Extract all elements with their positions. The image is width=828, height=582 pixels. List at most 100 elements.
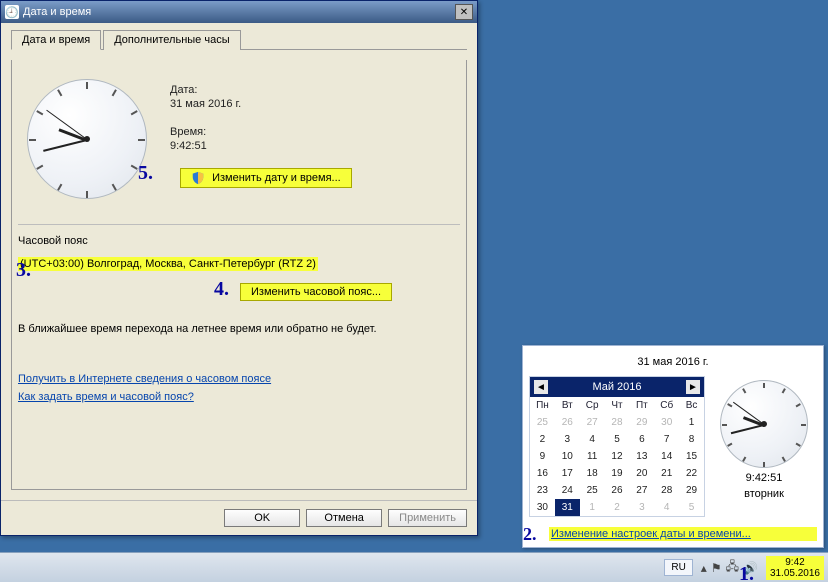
language-indicator[interactable]: RU (664, 559, 692, 576)
calendar-day[interactable]: 22 (679, 465, 704, 482)
date-value: 31 мая 2016 г. (170, 98, 352, 110)
calendar-day[interactable]: 15 (679, 448, 704, 465)
calendar-day[interactable]: 5 (605, 431, 630, 448)
analog-clock (22, 74, 152, 204)
popup-date-header: 31 мая 2016 г. (529, 352, 817, 376)
shield-icon (191, 171, 205, 185)
dialog-body: Дата и время Дополнительные часы Дата: 3… (1, 23, 477, 500)
calendar-day[interactable]: 21 (654, 465, 679, 482)
date-time-readout: Дата: 31 мая 2016 г. Время: 9:42:51 5. И… (170, 74, 352, 204)
calendar-day[interactable]: 29 (629, 414, 654, 431)
annotation-1: 1. (739, 563, 754, 582)
calendar-day[interactable]: 27 (629, 482, 654, 499)
calendar-dayhead: Сб (654, 397, 679, 414)
calendar: ◄ Май 2016 ► ПнВтСрЧтПтСбВс2526272829301… (529, 376, 705, 517)
calendar-day[interactable]: 7 (654, 431, 679, 448)
calendar-next-button[interactable]: ► (686, 380, 700, 394)
calendar-day[interactable]: 2 (605, 499, 630, 516)
timezone-section-title: Часовой пояс (18, 235, 460, 247)
annotation-5: 5. (138, 162, 153, 185)
calendar-day[interactable]: 28 (654, 482, 679, 499)
popup-weekday: вторник (711, 488, 817, 500)
calendar-day[interactable]: 5 (679, 499, 704, 516)
calendar-day[interactable]: 16 (530, 465, 555, 482)
link-howto-set-time[interactable]: Как задать время и часовой пояс? (18, 391, 460, 403)
calendar-dayhead: Пн (530, 397, 555, 414)
calendar-day[interactable]: 12 (605, 448, 630, 465)
calendar-dayhead: Пт (629, 397, 654, 414)
tray-datetime-popup: 31 мая 2016 г. ◄ Май 2016 ► ПнВтСрЧтПтСб… (522, 345, 824, 548)
dialog-button-row: OK Отмена Применить (1, 500, 477, 535)
tab-strip: Дата и время Дополнительные часы (11, 29, 467, 50)
taskbar-clock-date: 31.05.2016 (770, 568, 820, 579)
calendar-day[interactable]: 25 (580, 482, 605, 499)
calendar-day[interactable]: 14 (654, 448, 679, 465)
flag-icon[interactable]: ⚑ (711, 561, 722, 575)
taskbar-clock-time: 9:42 (770, 557, 820, 568)
calendar-day[interactable]: 24 (555, 482, 580, 499)
calendar-dayhead: Вт (555, 397, 580, 414)
popup-analog-clock (720, 380, 808, 468)
calendar-dayhead: Ср (580, 397, 605, 414)
calendar-dayhead: Чт (605, 397, 630, 414)
dialog-titlebar[interactable]: 🕘 Дата и время ✕ (1, 1, 477, 23)
calendar-day[interactable]: 17 (555, 465, 580, 482)
calendar-day[interactable]: 31 (555, 499, 580, 516)
cancel-button[interactable]: Отмена (306, 509, 382, 527)
calendar-day[interactable]: 9 (530, 448, 555, 465)
popup-clock-column: 9:42:51 вторник (711, 376, 817, 517)
change-datetime-settings-link[interactable]: Изменение настроек даты и времени... (549, 527, 817, 541)
network-icon[interactable]: 🖧 (726, 557, 739, 578)
calendar-day[interactable]: 23 (530, 482, 555, 499)
calendar-day[interactable]: 3 (555, 431, 580, 448)
calendar-day[interactable]: 1 (580, 499, 605, 516)
calendar-day[interactable]: 3 (629, 499, 654, 516)
popup-time-value: 9:42:51 (711, 472, 817, 484)
calendar-day[interactable]: 10 (555, 448, 580, 465)
calendar-day[interactable]: 2 (530, 431, 555, 448)
calendar-day[interactable]: 25 (530, 414, 555, 431)
time-value: 9:42:51 (170, 140, 352, 152)
tray-expand-icon[interactable]: ▴ (701, 561, 707, 575)
calendar-day[interactable]: 19 (605, 465, 630, 482)
calendar-day[interactable]: 26 (605, 482, 630, 499)
calendar-day[interactable]: 20 (629, 465, 654, 482)
link-timezone-info[interactable]: Получить в Интернете сведения о часовом … (18, 373, 460, 385)
change-datetime-label: Изменить дату и время... (212, 172, 341, 184)
calendar-day[interactable]: 27 (580, 414, 605, 431)
annotation-2: 2. (523, 524, 537, 545)
calendar-day[interactable]: 4 (654, 499, 679, 516)
change-timezone-button[interactable]: Изменить часовой пояс... (240, 283, 392, 301)
calendar-day[interactable]: 26 (555, 414, 580, 431)
calendar-day[interactable]: 30 (654, 414, 679, 431)
tab-additional-clocks[interactable]: Дополнительные часы (103, 30, 240, 50)
time-label: Время: (170, 126, 352, 138)
calendar-dayhead: Вс (679, 397, 704, 414)
calendar-day[interactable]: 13 (629, 448, 654, 465)
calendar-day[interactable]: 18 (580, 465, 605, 482)
dialog-title: Дата и время (23, 6, 455, 18)
change-datetime-button[interactable]: Изменить дату и время... (180, 168, 352, 188)
calendar-day[interactable]: 8 (679, 431, 704, 448)
calendar-day[interactable]: 29 (679, 482, 704, 499)
apply-button: Применить (388, 509, 467, 527)
calendar-day[interactable]: 1 (679, 414, 704, 431)
calendar-day[interactable]: 28 (605, 414, 630, 431)
tab-datetime[interactable]: Дата и время (11, 30, 101, 50)
annotation-3: 3. (16, 259, 31, 282)
calendar-day[interactable]: 6 (629, 431, 654, 448)
close-button[interactable]: ✕ (455, 4, 473, 20)
taskbar: RU ▴ ⚑ 🖧 🔊 1. 9:42 31.05.2016 (0, 552, 828, 582)
taskbar-clock[interactable]: 9:42 31.05.2016 (766, 556, 824, 580)
annotation-4: 4. (214, 278, 229, 301)
calendar-day[interactable]: 4 (580, 431, 605, 448)
calendar-day[interactable]: 11 (580, 448, 605, 465)
datetime-dialog: 🕘 Дата и время ✕ Дата и время Дополнител… (0, 0, 478, 536)
timezone-value: (UTC+03:00) Волгоград, Москва, Санкт-Пет… (18, 257, 318, 271)
calendar-day[interactable]: 30 (530, 499, 555, 516)
dst-note: В ближайшее время перехода на летнее вре… (18, 323, 460, 335)
calendar-nav: ◄ Май 2016 ► (530, 377, 704, 397)
ok-button[interactable]: OK (224, 509, 300, 527)
calendar-prev-button[interactable]: ◄ (534, 380, 548, 394)
calendar-month-label: Май 2016 (592, 381, 641, 393)
